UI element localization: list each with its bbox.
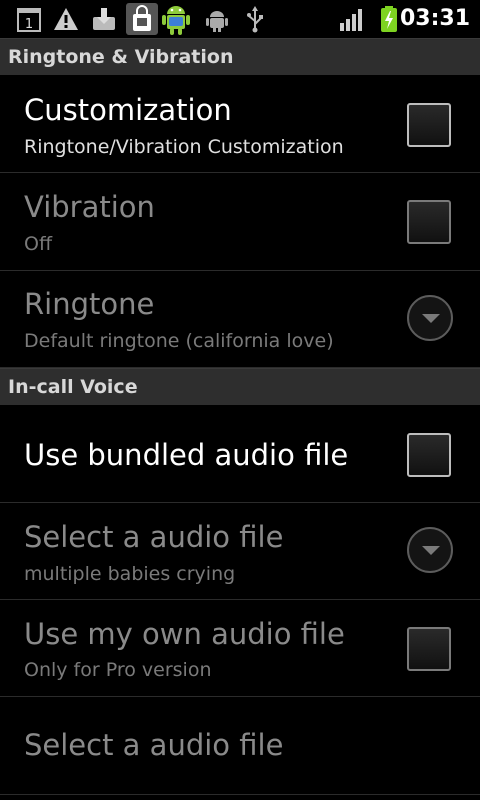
- android-debug-icon: [204, 5, 230, 33]
- status-bar: 1 03:31: [0, 0, 480, 38]
- pref-select-audio-file-2[interactable]: Select a audio file: [0, 697, 480, 795]
- pref-summary: Default ringtone (california love): [24, 330, 334, 352]
- pref-use-own-audio[interactable]: Use my own audio file Only for Pro versi…: [0, 600, 480, 697]
- notification-1-icon: 1: [16, 5, 42, 33]
- battery-charging-icon: [378, 5, 400, 33]
- chevron-down-icon[interactable]: [407, 295, 453, 341]
- pref-title: Customization: [24, 93, 232, 127]
- svg-text:1: 1: [25, 17, 33, 32]
- customization-checkbox[interactable]: [407, 103, 451, 147]
- pref-title: Select a audio file: [24, 520, 284, 554]
- pref-title: Use bundled audio file: [24, 438, 349, 472]
- pref-title: Select a audio file: [24, 728, 284, 762]
- signal-icon: [338, 5, 366, 33]
- section-header-in-call-voice: In-call Voice: [0, 368, 480, 405]
- pref-summary: Ringtone/Vibration Customization: [24, 136, 344, 158]
- usb-icon: [244, 5, 266, 33]
- pref-summary: Only for Pro version: [24, 659, 212, 681]
- pref-title: Vibration: [24, 190, 155, 224]
- warning-icon: [52, 5, 80, 33]
- android-icon: [160, 2, 192, 36]
- chevron-down-icon[interactable]: [407, 527, 453, 573]
- download-icon: [90, 5, 118, 33]
- pref-select-audio-file[interactable]: Select a audio file multiple babies cryi…: [0, 503, 480, 600]
- pref-summary: Off: [24, 233, 53, 255]
- shopping-bag-icon: [126, 3, 158, 35]
- pref-ringtone[interactable]: Ringtone Default ringtone (california lo…: [0, 271, 480, 368]
- use-own-checkbox[interactable]: [407, 627, 451, 671]
- pref-vibration[interactable]: Vibration Off: [0, 173, 480, 271]
- pref-use-bundled-audio[interactable]: Use bundled audio file: [0, 405, 480, 503]
- section-header-ringtone-vibration: Ringtone & Vibration: [0, 38, 480, 75]
- pref-title: Ringtone: [24, 287, 155, 321]
- pref-title: Use my own audio file: [24, 617, 345, 651]
- pref-customization[interactable]: Customization Ringtone/Vibration Customi…: [0, 75, 480, 173]
- vibration-checkbox[interactable]: [407, 200, 451, 244]
- use-bundled-checkbox[interactable]: [407, 433, 451, 477]
- clock: 03:31: [399, 6, 470, 31]
- pref-summary: multiple babies crying: [24, 563, 236, 585]
